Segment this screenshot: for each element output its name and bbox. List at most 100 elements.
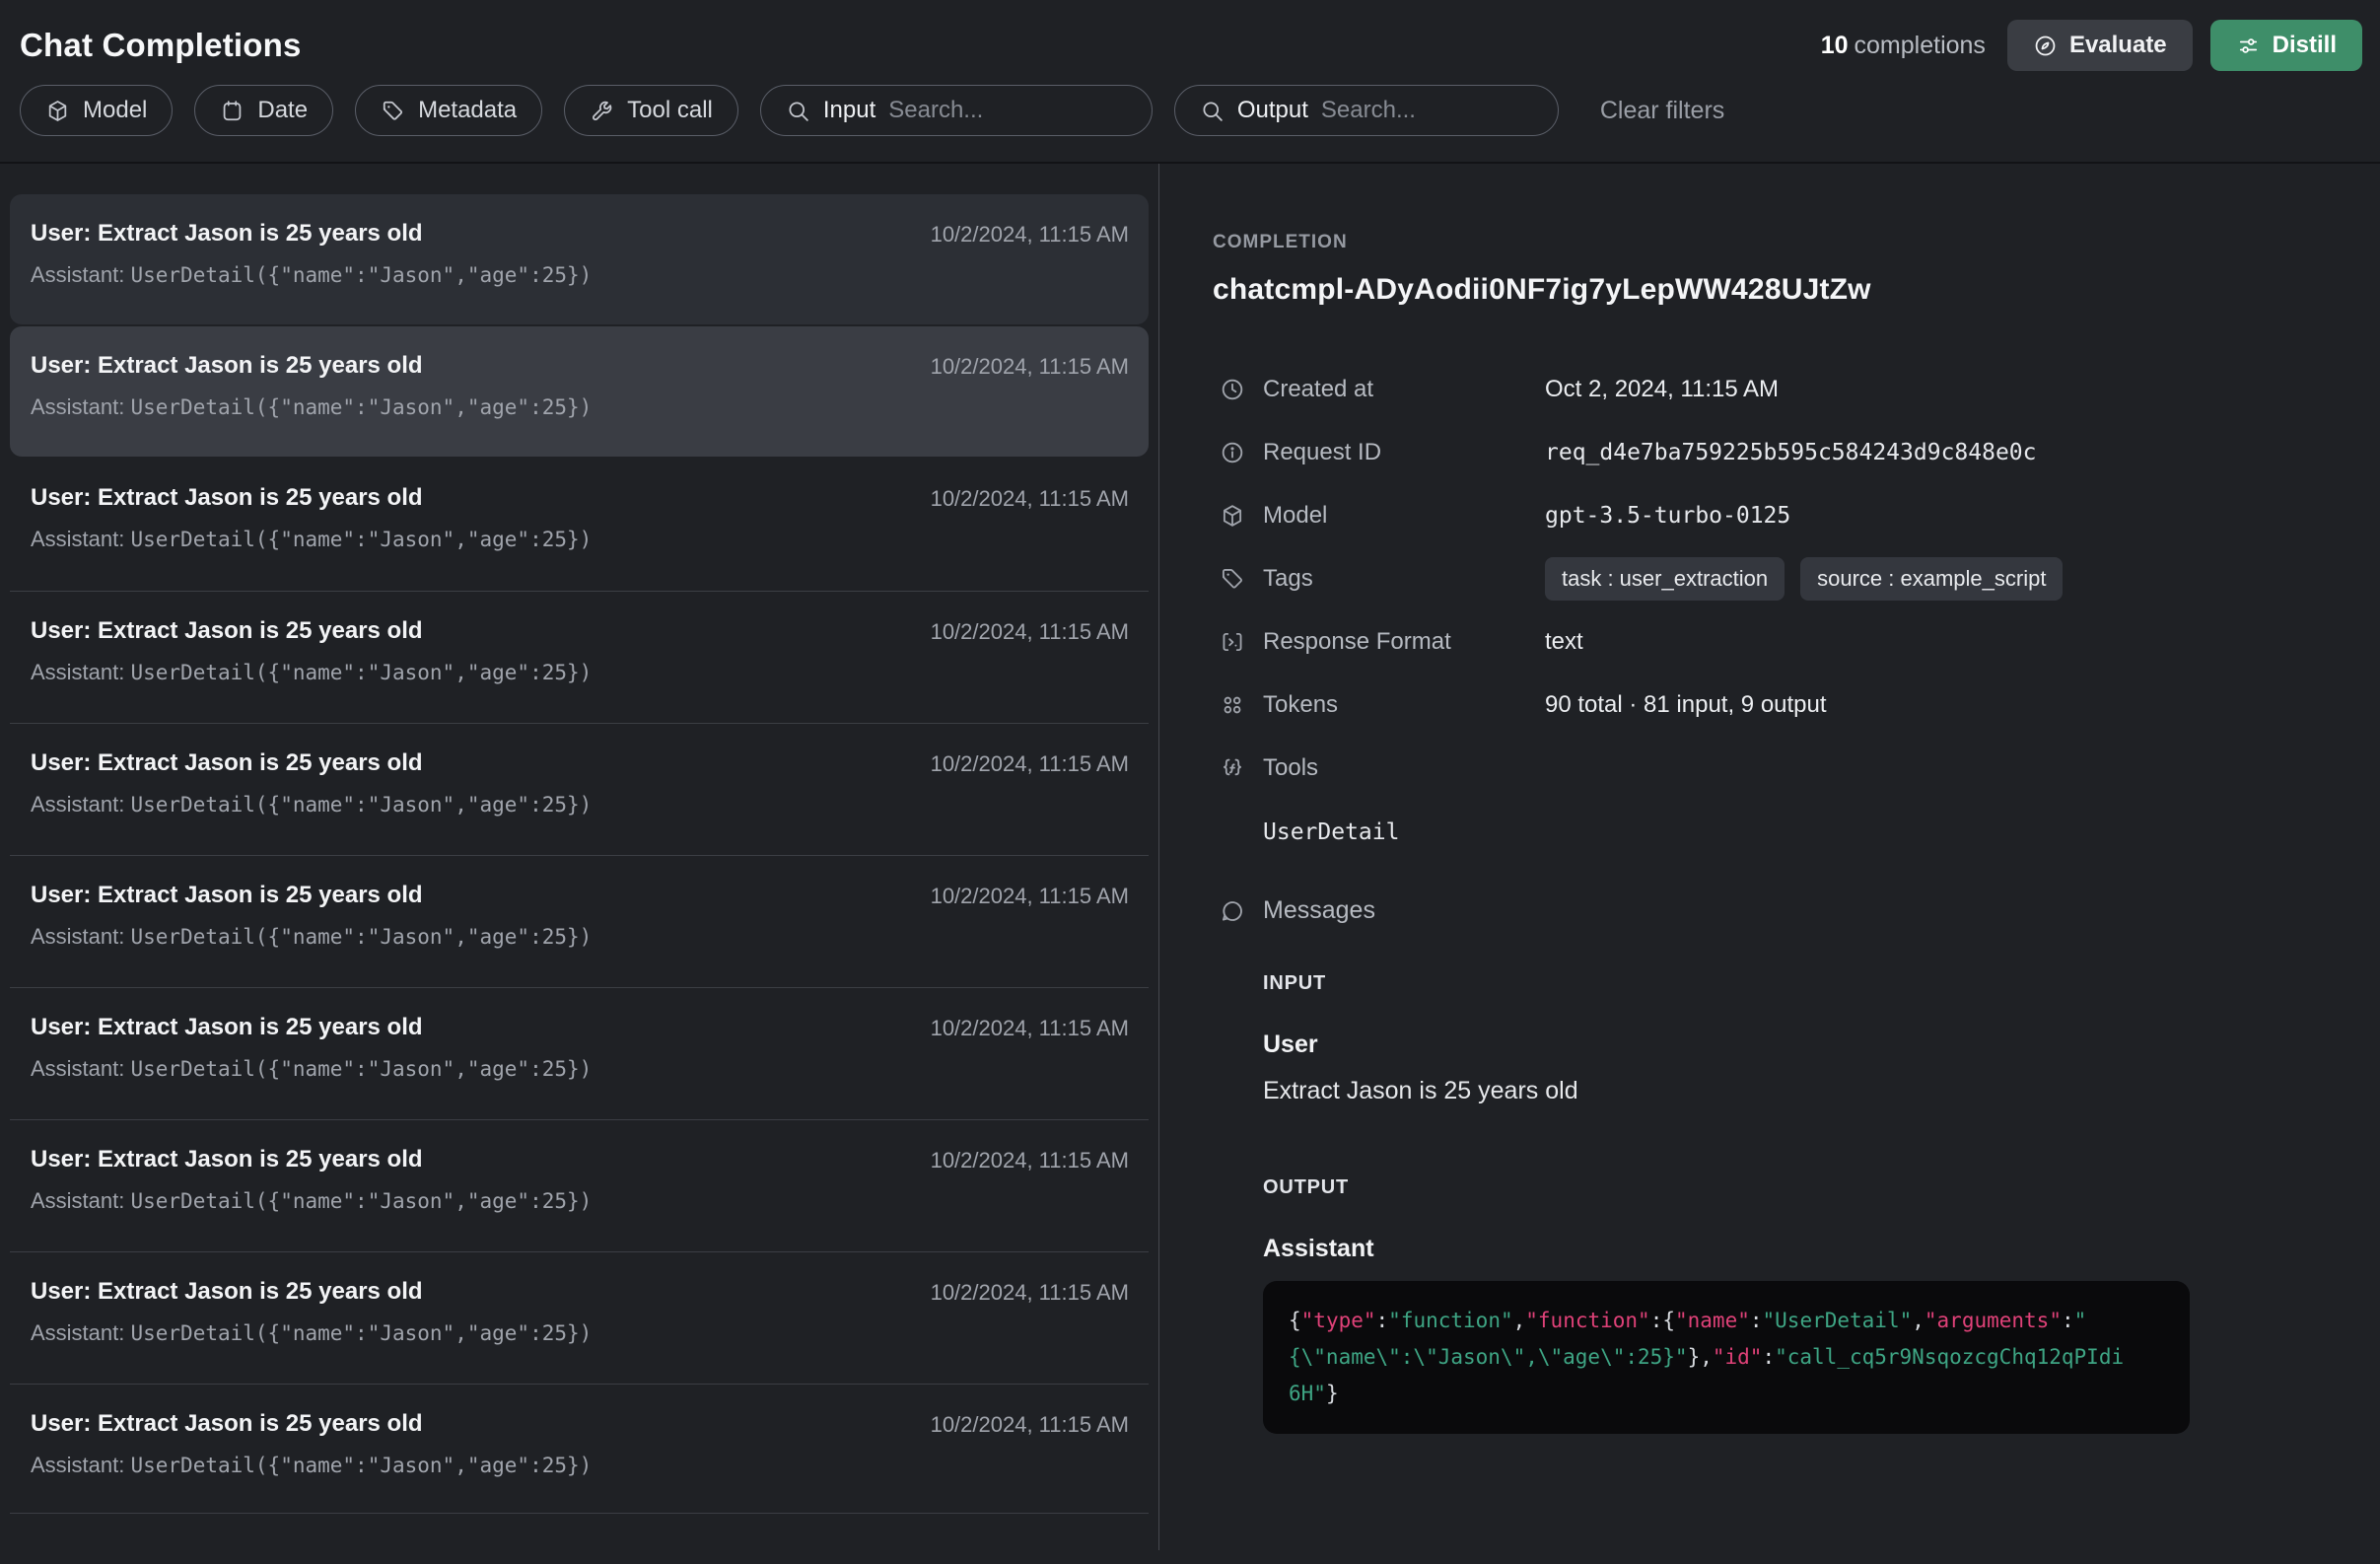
- assistant-code: UserDetail({"name":"Jason","age":25}): [130, 528, 592, 551]
- assistant-prefix: Assistant:: [31, 660, 130, 684]
- clear-filters-button[interactable]: Clear filters: [1594, 96, 1730, 126]
- list-item-user-line: User: Extract Jason is 25 years old: [31, 882, 592, 909]
- completion-id: chatcmpl-ADyAodii0NF7ig7yLepWW428UJtZw: [1213, 273, 2380, 307]
- assistant-code: UserDetail({"name":"Jason","age":25}): [130, 1189, 592, 1213]
- code-token-string: {\"name\":\"Jason\",\"age\":25}": [1289, 1345, 1688, 1369]
- input-message-text: Extract Jason is 25 years old: [1263, 1077, 2380, 1105]
- output-code-block: {"type":"function","function":{"name":"U…: [1263, 1281, 2190, 1434]
- code-token-string: "function": [1388, 1309, 1512, 1332]
- code-token-punct: ,: [1513, 1309, 1526, 1332]
- tag-icon: [1220, 566, 1245, 592]
- list-item-text: User: Extract Jason is 25 years oldAssis…: [31, 1410, 592, 1478]
- code-token-punct: ,: [1912, 1309, 1925, 1332]
- input-role: User: [1263, 1031, 2380, 1059]
- completions-count-label: completions: [1855, 32, 1986, 59]
- list-item-timestamp: 10/2/2024, 11:15 AM: [931, 882, 1129, 909]
- tools-value: UserDetail: [1263, 819, 2380, 845]
- output-search[interactable]: Output: [1174, 85, 1559, 136]
- assistant-code: UserDetail({"name":"Jason","age":25}): [130, 925, 592, 949]
- input-search-field[interactable]: [888, 97, 1127, 124]
- code-token-punct: :: [1750, 1309, 1763, 1332]
- detail-value: 90 total · 81 input, 9 output: [1545, 691, 2380, 719]
- tag-icon: [381, 99, 405, 123]
- code-token-punct: :: [1376, 1309, 1389, 1332]
- main-area: User: Extract Jason is 25 years old Assis…: [0, 164, 2380, 1550]
- detail-value: text: [1545, 628, 2380, 656]
- code-token-key: "name": [1675, 1309, 1750, 1332]
- response-format-icon: [1220, 629, 1245, 655]
- input-search[interactable]: Input: [760, 85, 1153, 136]
- tag-chips: task : user_extractionsource : example_s…: [1545, 557, 2380, 601]
- assistant-prefix: Assistant:: [31, 792, 130, 817]
- messages-block: INPUT User Extract Jason is 25 years old…: [1263, 972, 2380, 1434]
- messages-icon: [1220, 898, 1245, 924]
- calendar-icon: [220, 99, 245, 123]
- assistant-code: UserDetail({"name":"Jason","age":25}): [130, 395, 592, 419]
- detail-label: Tokens: [1263, 691, 1531, 719]
- list-item-text: User: Extract Jason is 25 years oldAssis…: [31, 749, 592, 818]
- completion-list-item[interactable]: User: Extract Jason is 25 years oldAssis…: [10, 591, 1149, 721]
- list-item-text: User: Extract Jason is 25 years oldAssis…: [31, 220, 592, 288]
- tag-chip: task : user_extraction: [1545, 557, 1785, 601]
- messages-label: Messages: [1263, 896, 2380, 925]
- detail-label: Tags: [1263, 565, 1531, 593]
- list-item-text: User: Extract Jason is 25 years oldAssis…: [31, 617, 592, 685]
- assistant-code: UserDetail({"name":"Jason","age":25}): [130, 793, 592, 817]
- code-token-key: "type": [1301, 1309, 1376, 1332]
- filter-date[interactable]: Date: [194, 85, 333, 136]
- list-item-timestamp: 10/2/2024, 11:15 AM: [931, 617, 1129, 645]
- assistant-prefix: Assistant:: [31, 924, 130, 949]
- completion-list-item[interactable]: User: Extract Jason is 25 years old Assis…: [10, 855, 1149, 985]
- code-token-punct: {: [1289, 1309, 1301, 1332]
- assistant-prefix: Assistant:: [31, 394, 130, 419]
- completion-list-item[interactable]: User: Extract Jason is 25 years oldAssis…: [10, 1119, 1149, 1249]
- list-item-assistant-line: Assistant: UserDetail({"name":"Jason","a…: [31, 924, 592, 950]
- completion-list-item[interactable]: User: Extract Jason is 25 years oldAssis…: [10, 459, 1149, 589]
- code-token-punct: :{: [1650, 1309, 1675, 1332]
- completion-list-item[interactable]: User: Extract Jason is 25 years oldAssis…: [10, 1251, 1149, 1382]
- filter-tool-call[interactable]: Tool call: [564, 85, 738, 136]
- cube-icon: [45, 99, 70, 123]
- code-token-punct: :: [2062, 1309, 2074, 1332]
- wrench-icon: [590, 99, 614, 123]
- code-token-punct: :: [1762, 1345, 1775, 1369]
- assistant-code: UserDetail({"name":"Jason","age":25}): [130, 1454, 592, 1477]
- tools-icon: [1220, 755, 1245, 781]
- list-item-assistant-line: Assistant: UserDetail({"name":"Jason","a…: [31, 394, 592, 420]
- list-item-user-line: User: Extract Jason is 25 years old: [31, 1410, 592, 1438]
- completion-list-item[interactable]: User: Extract Jason is 25 years oldAssis…: [10, 723, 1149, 853]
- assistant-code: UserDetail({"name":"Jason","age":25}): [130, 263, 592, 287]
- filter-model[interactable]: Model: [20, 85, 173, 136]
- output-search-field[interactable]: [1321, 97, 1533, 124]
- list-item-timestamp: 10/2/2024, 11:15 AM: [931, 1014, 1129, 1041]
- detail-row-model: Modelgpt-3.5-turbo-0125: [1220, 484, 2380, 547]
- cube-icon: [1220, 503, 1245, 529]
- detail-row-request-id: Request IDreq_d4e7ba759225b595c584243d9c…: [1220, 421, 2380, 484]
- list-item-text: User: Extract Jason is 25 years old Assis…: [31, 882, 592, 950]
- code-line: 6H"}: [1289, 1376, 2164, 1412]
- detail-row-tags: Tags task : user_extractionsource : examp…: [1220, 547, 2380, 610]
- detail-label: Tools: [1263, 754, 1531, 782]
- completion-list-item[interactable]: User: Extract Jason is 25 years oldAssis…: [10, 326, 1149, 457]
- completion-list-item[interactable]: User: Extract Jason is 25 years oldAssis…: [10, 1384, 1149, 1514]
- code-token-string: "UserDetail": [1763, 1309, 1913, 1332]
- code-token-key: "id": [1713, 1345, 1763, 1369]
- detail-row-tools: Tools: [1220, 737, 2380, 800]
- completion-list-item[interactable]: User: Extract Jason is 25 years oldAssis…: [10, 194, 1149, 324]
- code-line: {"type":"function","function":{"name":"U…: [1289, 1303, 2164, 1339]
- distill-button[interactable]: Distill: [2210, 20, 2362, 71]
- list-item-assistant-line: Assistant: UserDetail({"name":"Jason","a…: [31, 527, 592, 552]
- list-item-assistant-line: Assistant: UserDetail({"name":"Jason","a…: [31, 1188, 592, 1214]
- input-search-label: Input: [823, 97, 875, 124]
- detail-row-tokens: Tokens 90 total · 81 input, 9 output: [1220, 674, 2380, 737]
- completion-list-item[interactable]: User: Extract Jason is 25 years oldAssis…: [10, 987, 1149, 1117]
- filter-metadata[interactable]: Metadata: [355, 85, 542, 136]
- list-item-timestamp: 10/2/2024, 11:15 AM: [931, 1278, 1129, 1306]
- filter-model-label: Model: [83, 97, 147, 124]
- assistant-code: UserDetail({"name":"Jason","age":25}): [130, 661, 592, 684]
- input-section-label: INPUT: [1263, 972, 2380, 995]
- code-token-punct: },: [1688, 1345, 1713, 1369]
- list-item-assistant-line: Assistant: UserDetail({"name":"Jason","a…: [31, 1320, 592, 1346]
- detail-label: Request ID: [1263, 439, 1531, 466]
- evaluate-button[interactable]: Evaluate: [2007, 20, 2193, 71]
